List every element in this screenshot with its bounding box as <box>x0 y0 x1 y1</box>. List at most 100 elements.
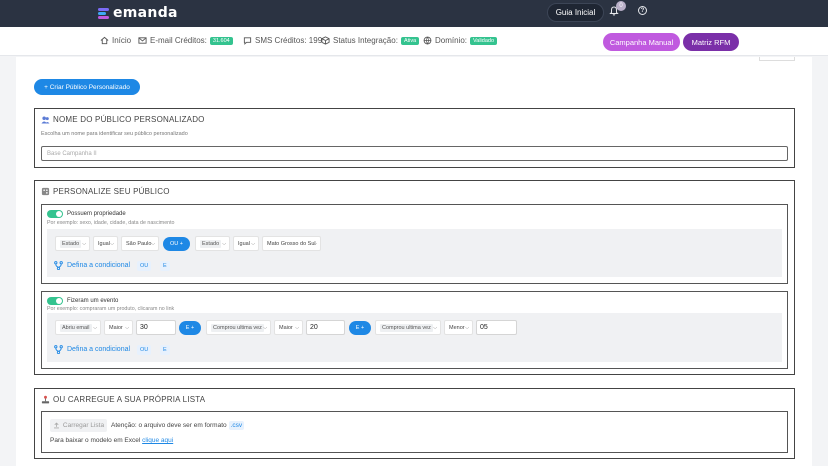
property-condition-link[interactable]: Defina a condicional <box>54 261 130 270</box>
joystick-icon <box>41 395 50 404</box>
event-condition-label: Defina a condicional <box>67 346 131 353</box>
domain-badge: Validado <box>470 36 498 45</box>
chevron-down-icon: ⌵ <box>125 325 129 331</box>
rfm-matrix-button[interactable]: Matriz RFM <box>683 33 739 51</box>
chevron-down-icon: ⌵ <box>263 325 267 331</box>
event-operator-value: Maior <box>109 324 123 331</box>
property-condition-label: Defina a condicional <box>67 262 131 269</box>
integration-status: Status Integração: Ativa <box>321 36 420 45</box>
event-operator-select[interactable]: Maior ⌵ <box>104 320 133 335</box>
email-credits-label: E-mail Créditos: <box>150 36 207 45</box>
public-name-input[interactable]: Base Campanha II <box>41 146 788 161</box>
property-operator-select-2[interactable]: Igual ⌵ <box>233 236 259 251</box>
manual-campaign-button[interactable]: Campanha Manual <box>603 33 680 51</box>
chevron-down-icon: ⌵ <box>82 241 86 247</box>
property-operator-select[interactable]: Igual ⌵ <box>93 236 118 251</box>
upload-format-note: Atenção: o arquivo deve ser em formato .c… <box>111 421 245 430</box>
event-type-select[interactable]: Abriu email ⌵ <box>55 320 101 335</box>
name-section-heading: NOME DO PÚBLICO PERSONALIZADO <box>41 115 205 124</box>
chevron-down-icon: ⌵ <box>433 325 437 331</box>
property-and-chip[interactable]: E <box>160 261 170 271</box>
home-link[interactable]: Início <box>100 36 131 45</box>
help-circle-icon[interactable]: ? <box>638 6 647 15</box>
chevron-down-icon: ⌵ <box>313 241 317 247</box>
download-text: Para baixar o modelo em Excel <box>50 437 141 444</box>
event-operator-value-3: Menor <box>449 324 465 331</box>
event-and-chip[interactable]: E <box>160 345 170 355</box>
top-navbar: emanda Guia Inicial 0 ? <box>0 0 828 27</box>
personalize-title: PERSONALIZE SEU PÚBLICO <box>53 187 170 196</box>
event-toggle[interactable] <box>47 297 63 305</box>
event-type-select-2[interactable]: Comprou ultima vez ⌵ <box>206 320 271 335</box>
dice-icon <box>41 187 50 196</box>
email-credits: E-mail Créditos: 31.604 <box>138 36 233 45</box>
chevron-down-icon: ⌵ <box>222 241 226 247</box>
property-or-chip[interactable]: OU <box>137 261 152 271</box>
logo-mark-icon <box>98 7 110 19</box>
home-icon <box>100 36 109 45</box>
domain-status: Domínio: Validado <box>423 36 498 45</box>
event-block-title: Fizeram um evento <box>67 298 119 304</box>
upload-heading: OU CARREGUE A SUA PRÓPRIA LISTA <box>41 395 205 404</box>
mail-icon <box>138 37 147 44</box>
notification-badge: 0 <box>616 1 626 11</box>
branch-icon <box>54 261 63 270</box>
download-template-note: Para baixar o modelo em Excel clique aqu… <box>50 437 173 444</box>
logo-text: emanda <box>113 5 178 21</box>
event-value-input-2[interactable]: 20 <box>306 320 345 335</box>
property-field-value-2: Estado <box>200 239 222 248</box>
property-value-text-2: Mato Grosso do Sul <box>267 240 316 247</box>
personalize-heading: PERSONALIZE SEU PÚBLICO <box>41 187 170 196</box>
email-credits-badge: 31.604 <box>209 36 233 45</box>
brand-logo[interactable]: emanda <box>98 5 178 21</box>
chevron-down-icon: ⌵ <box>295 325 299 331</box>
create-public-button[interactable]: + Criar Público Personalizado <box>34 79 140 95</box>
chat-icon <box>243 37 252 45</box>
sms-credits-label: SMS Créditos: 199 <box>255 36 323 45</box>
chevron-down-icon: ⌵ <box>110 241 114 247</box>
and-add-button[interactable]: E + <box>179 321 201 335</box>
property-value-select[interactable]: São Paulo ⌵ <box>121 236 159 251</box>
pagination-tabs[interactable] <box>759 57 795 61</box>
event-operator-select-2[interactable]: Maior ⌵ <box>274 320 303 335</box>
and-add-button-2[interactable]: E + <box>349 321 371 335</box>
integration-badge: Ativa <box>400 36 420 45</box>
upload-block <box>41 411 788 453</box>
users-icon <box>41 115 50 124</box>
upload-note-text: Atenção: o arquivo deve ser em formato <box>111 422 227 429</box>
or-add-button[interactable]: OU + <box>163 237 190 251</box>
event-or-chip[interactable]: OU <box>137 345 152 355</box>
event-value-input[interactable]: 30 <box>136 320 176 335</box>
event-block-subtitle: Por exemplo: compraram um produto, clica… <box>47 306 175 312</box>
event-type-select-3[interactable]: Comprou ultima vez ⌵ <box>375 320 441 335</box>
event-type-value: Abriu email <box>60 323 92 332</box>
event-condition-link[interactable]: Defina a condicional <box>54 345 130 354</box>
event-operator-select-3[interactable]: Menor ⌵ <box>444 320 473 335</box>
property-field-select-2[interactable]: Estado ⌵ <box>195 236 230 251</box>
property-value-select-2[interactable]: Mato Grosso do Sul ⌵ <box>262 236 321 251</box>
upload-list-button[interactable]: Carregar Lista <box>50 419 107 432</box>
upload-icon <box>53 422 59 429</box>
domain-label: Domínio: <box>435 36 468 45</box>
csv-badge: .csv <box>228 421 245 430</box>
upload-list-label: Carregar Lista <box>62 422 105 429</box>
property-operator-value-2: Igual <box>238 240 250 247</box>
event-operator-value-2: Maior <box>279 324 293 331</box>
download-link[interactable]: clique aqui <box>142 437 173 444</box>
guide-button[interactable]: Guia Inicial <box>547 3 604 22</box>
property-operator-value: Igual <box>98 240 110 247</box>
chevron-down-icon: ⌵ <box>93 325 97 331</box>
property-toggle[interactable] <box>47 210 63 218</box>
name-section-title: NOME DO PÚBLICO PERSONALIZADO <box>53 115 205 124</box>
property-field-value: Estado <box>60 239 82 248</box>
upload-title: OU CARREGUE A SUA PRÓPRIA LISTA <box>53 395 206 404</box>
chevron-down-icon: ⌵ <box>151 241 155 247</box>
property-value-text: São Paulo <box>126 240 152 247</box>
property-block-subtitle: Por exemplo: sexo, idade, cidade, data d… <box>47 220 175 226</box>
branch-icon <box>54 345 63 354</box>
box-icon <box>321 36 330 45</box>
property-block-title: Possuem propriedade <box>67 211 126 217</box>
property-field-select[interactable]: Estado ⌵ <box>55 236 90 251</box>
event-value-input-3[interactable]: 05 <box>476 320 517 335</box>
sms-credits: SMS Créditos: 199 <box>243 36 322 45</box>
